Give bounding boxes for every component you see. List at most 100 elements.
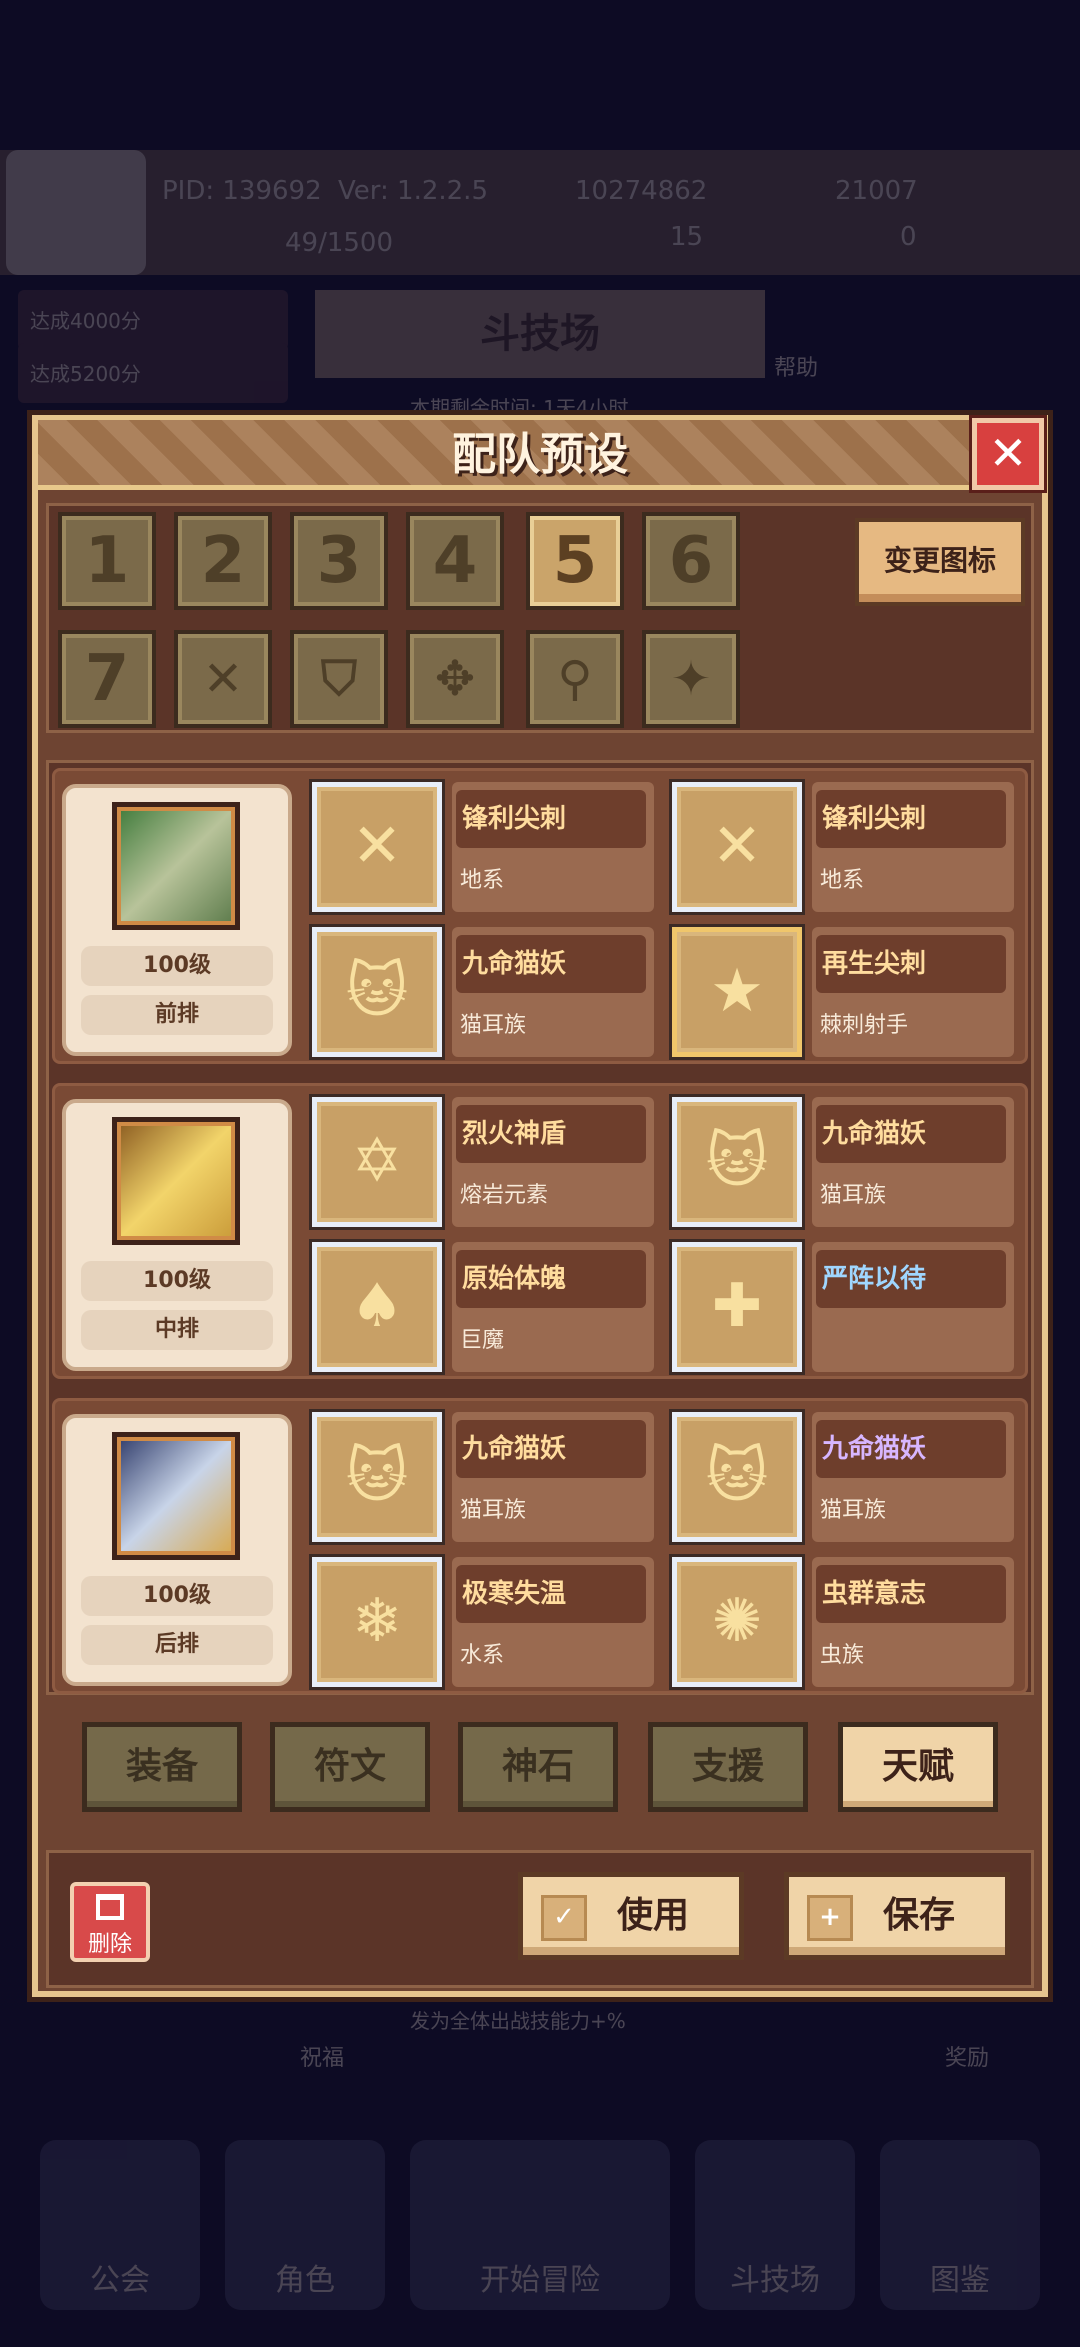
character-portrait	[112, 1117, 240, 1245]
tab-divine-stone[interactable]: 神石	[458, 1722, 618, 1812]
skill-type: 巨魔	[460, 1328, 505, 1353]
reward-label: 奖励	[945, 2046, 990, 2071]
skill-info: 九命猫妖 猫耳族	[452, 927, 654, 1057]
skill-name: 烈火神盾	[456, 1105, 646, 1163]
skill-icon[interactable]: ✡	[312, 1097, 442, 1227]
skill-name: 原始体魄	[456, 1250, 646, 1308]
skill-icon[interactable]: ✕	[312, 782, 442, 912]
save-icon: +	[807, 1895, 853, 1941]
character-portrait	[112, 1432, 240, 1560]
gold-count: 10274862	[575, 176, 708, 206]
cross-arrows-icon[interactable]: ✥	[406, 630, 504, 728]
help-label: 帮助	[774, 356, 819, 381]
character-position: 前排	[81, 995, 273, 1035]
preset-slot-6[interactable]: 6	[642, 512, 740, 610]
skill-type: 地系	[820, 868, 865, 893]
preset-slot-4[interactable]: 4	[406, 512, 504, 610]
sword-icon[interactable]: ✕	[174, 630, 272, 728]
preset-slot-3[interactable]: 3	[290, 512, 388, 610]
character-position: 中排	[81, 1310, 273, 1350]
player-avatar	[6, 150, 146, 275]
skill-type: 水系	[460, 1643, 505, 1668]
skill-icon[interactable]: 🐱	[672, 1097, 802, 1227]
tab-runes[interactable]: 符文	[270, 1722, 430, 1812]
skill-icon[interactable]: ✕	[672, 782, 802, 912]
nav-character: 角色	[225, 2140, 385, 2310]
skill-info: 九命猫妖 猫耳族	[812, 1097, 1014, 1227]
stamina-count: 49/1500	[285, 228, 394, 258]
preset-slot-7[interactable]: 7	[58, 630, 156, 728]
use-button[interactable]: ✓ 使用	[518, 1872, 744, 1960]
skill-icon[interactable]: ♠	[312, 1242, 442, 1372]
skill-type: 猫耳族	[820, 1183, 887, 1208]
skill-info: 虫群意志 虫族	[812, 1557, 1014, 1687]
use-label: 使用	[616, 1895, 689, 1936]
tab-support[interactable]: 支援	[648, 1722, 808, 1812]
skill-type: 猫耳族	[460, 1498, 527, 1523]
skill-info: 锋利尖刺 地系	[452, 782, 654, 912]
tab-talent[interactable]: 天赋	[838, 1722, 998, 1812]
skill-type: 猫耳族	[820, 1498, 887, 1523]
clover-count: 15	[670, 222, 704, 252]
skill-type: 猫耳族	[460, 1013, 527, 1038]
key-count: 0	[900, 222, 917, 252]
character-level: 100级	[81, 1576, 273, 1616]
skill-icon[interactable]: 🐱	[312, 1412, 442, 1542]
skill-info: 锋利尖刺 地系	[812, 782, 1014, 912]
staff-icon[interactable]: ⚲	[526, 630, 624, 728]
character-position: 后排	[81, 1625, 273, 1665]
reward-desc: 发为全体出战技能力+%	[410, 2009, 626, 2033]
nav-guild: 公会	[40, 2140, 200, 2310]
blessing-label: 祝福	[300, 2046, 345, 2071]
skill-name: 严阵以待	[816, 1250, 1006, 1308]
skill-info: 九命猫妖 猫耳族	[452, 1412, 654, 1542]
arena-title: 斗技场	[315, 290, 765, 378]
skill-icon[interactable]: 🐱	[672, 1412, 802, 1542]
skill-icon[interactable]: 🐱	[312, 927, 442, 1057]
checkmark-icon: ✓	[541, 1895, 587, 1941]
resource-bar	[0, 150, 1080, 275]
skill-type: 棘刺射手	[820, 1013, 909, 1038]
preset-slot-5[interactable]: 5	[526, 512, 624, 610]
skill-name: 九命猫妖	[816, 1105, 1006, 1163]
skill-name: 锋利尖刺	[456, 790, 646, 848]
trash-icon	[96, 1894, 124, 1920]
delete-label: 删除	[87, 1932, 132, 1957]
save-button[interactable]: + 保存	[784, 1872, 1010, 1960]
preset-slot-1[interactable]: 1	[58, 512, 156, 610]
player-id: PID: 139692	[162, 176, 322, 206]
close-button[interactable]: ✕	[972, 418, 1044, 490]
skill-icon[interactable]: ✚	[672, 1242, 802, 1372]
skill-type: 虫族	[820, 1643, 865, 1668]
skill-icon[interactable]: ★	[672, 927, 802, 1057]
skill-info: 严阵以待	[812, 1242, 1014, 1372]
gem-count: 21007	[835, 176, 918, 206]
target-icon[interactable]: ✦	[642, 630, 740, 728]
preset-slot-2[interactable]: 2	[174, 512, 272, 610]
skill-name: 再生尖刺	[816, 935, 1006, 993]
side-item: 达成5200分	[18, 343, 288, 403]
side-item: 达成4000分	[18, 290, 288, 350]
shield-icon[interactable]: ⛉	[290, 630, 388, 728]
skill-icon[interactable]: ✺	[672, 1557, 802, 1687]
delete-button[interactable]: 删除	[70, 1882, 150, 1962]
skill-type: 熔岩元素	[460, 1183, 549, 1208]
skill-info: 极寒失温 水系	[452, 1557, 654, 1687]
skill-name: 极寒失温	[456, 1565, 646, 1623]
nav-arena: 斗技场	[695, 2140, 855, 2310]
skill-info: 九命猫妖 猫耳族	[812, 1412, 1014, 1542]
skill-icon[interactable]: ❄	[312, 1557, 442, 1687]
close-icon: ✕	[988, 426, 1028, 480]
change-icon-button[interactable]: 变更图标	[855, 518, 1025, 606]
skill-info: 烈火神盾 熔岩元素	[452, 1097, 654, 1227]
save-label: 保存	[882, 1895, 955, 1936]
character-portrait	[112, 802, 240, 930]
skill-info: 原始体魄 巨魔	[452, 1242, 654, 1372]
skill-info: 再生尖刺 棘刺射手	[812, 927, 1014, 1057]
tab-equipment[interactable]: 装备	[82, 1722, 242, 1812]
character-level: 100级	[81, 946, 273, 986]
skill-name: 九命猫妖	[816, 1420, 1006, 1478]
skill-type: 地系	[460, 868, 505, 893]
nav-codex: 图鉴	[880, 2140, 1040, 2310]
skill-name: 九命猫妖	[456, 1420, 646, 1478]
